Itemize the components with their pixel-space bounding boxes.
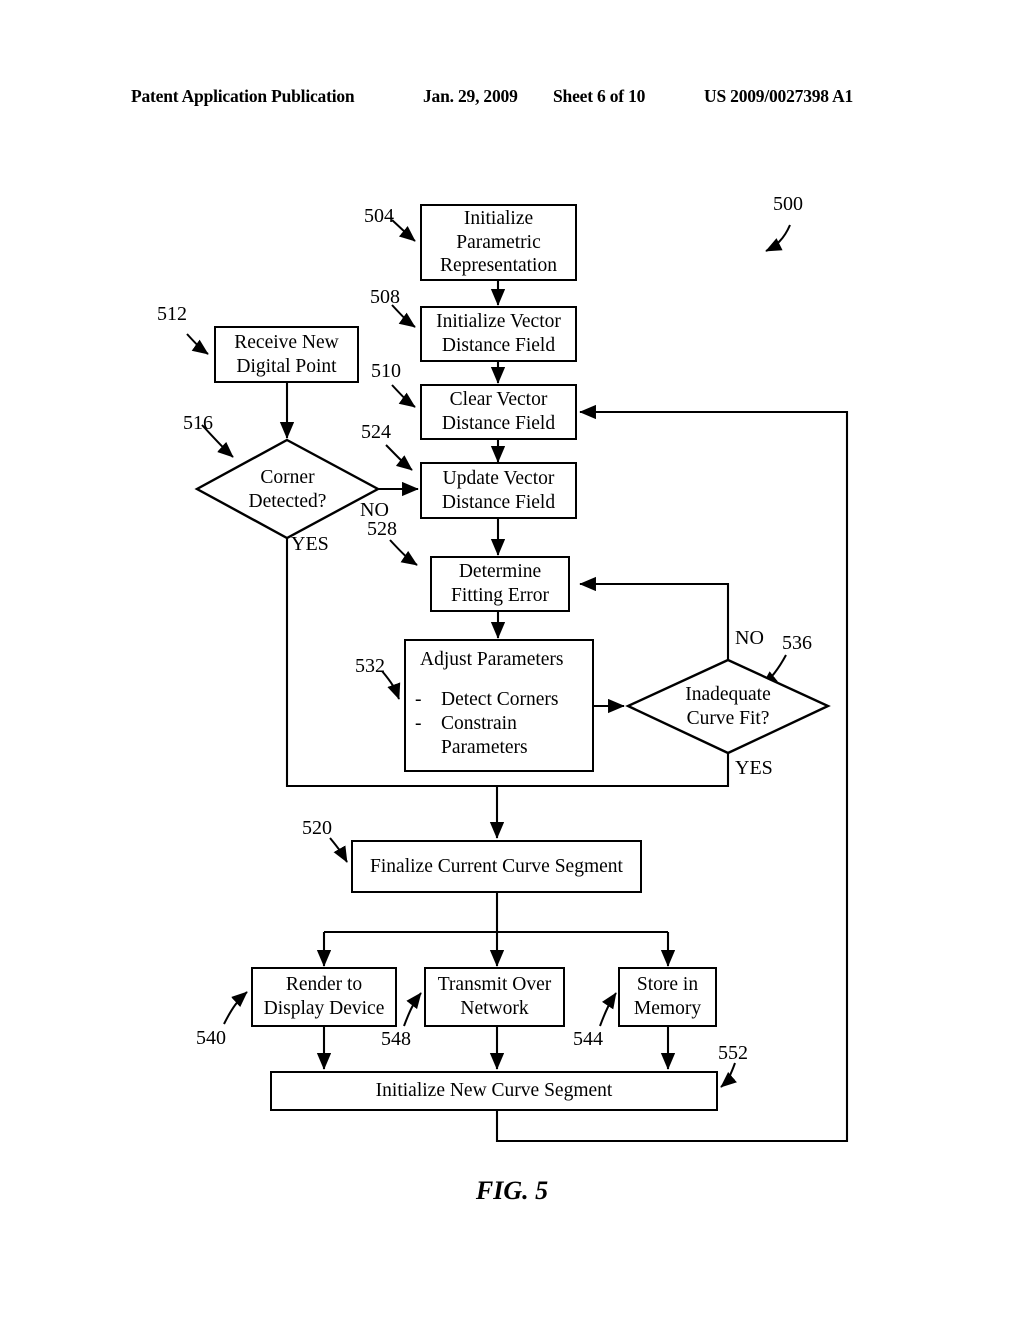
- leader-524: [385, 444, 413, 471]
- figure-caption: FIG. 5: [475, 1176, 549, 1205]
- corner-detected-label: Corner Detected?: [248, 467, 327, 512]
- node-transmit-over-network[interactable]: Transmit Over Network: [424, 967, 565, 1027]
- leader-510: [391, 384, 416, 408]
- ref-numeral-520: 520: [302, 817, 332, 839]
- ref-numeral-552: 552: [718, 1042, 748, 1064]
- leader-540: [223, 991, 248, 1025]
- adjust-parameters-item: - Constrain Parameters: [415, 712, 528, 758]
- ref-numeral-504: 504: [364, 205, 394, 227]
- leader-552: [720, 1062, 737, 1088]
- node-initialize-vector-distance-field[interactable]: Initialize Vector Distance Field: [420, 306, 577, 362]
- leader-500: [765, 224, 791, 252]
- node-clear-vector-distance-field[interactable]: Clear Vector Distance Field: [420, 384, 577, 440]
- edge-label-corner-no: NO: [360, 499, 389, 521]
- inadequate-fit-label: Inadequate Curve Fit?: [685, 684, 771, 729]
- node-initialize-parametric-representation[interactable]: Initialize Parametric Representation: [420, 204, 577, 281]
- node-store-in-memory[interactable]: Store in Memory: [618, 967, 717, 1027]
- ref-numeral-508: 508: [370, 286, 400, 308]
- leader-504: [391, 219, 416, 242]
- edge-fit-no-to-determine-error: [579, 576, 730, 660]
- node-determine-fitting-error[interactable]: Determine Fitting Error: [430, 556, 570, 612]
- edge-label-fit-yes: YES: [735, 757, 773, 779]
- ref-numeral-548: 548: [381, 1028, 411, 1050]
- node-render-to-display-device[interactable]: Render to Display Device: [251, 967, 397, 1027]
- leader-520: [329, 837, 348, 863]
- flowchart-figure: Corner Detected? Inadequate Curve Fit? I…: [0, 0, 1024, 1320]
- leader-544: [599, 992, 617, 1027]
- ref-numeral-516: 516: [183, 412, 213, 434]
- ref-numeral-512: 512: [157, 303, 187, 325]
- ref-numeral-536: 536: [782, 632, 812, 654]
- edge-init-new-segment-to-clear-vdf-feedback: [495, 404, 849, 1143]
- node-adjust-parameters[interactable]: Adjust Parameters - Detect Corners - Con…: [404, 639, 594, 772]
- ref-numeral-510: 510: [371, 360, 401, 382]
- node-receive-new-digital-point[interactable]: Receive New Digital Point: [214, 326, 359, 383]
- ref-numeral-524: 524: [361, 421, 391, 443]
- ref-numeral-544: 544: [573, 1028, 603, 1050]
- leader-548: [403, 992, 422, 1027]
- edge-label-corner-yes: YES: [291, 533, 329, 555]
- ref-numeral-540: 540: [196, 1027, 226, 1049]
- adjust-parameters-item: - Detect Corners: [415, 689, 559, 710]
- edge-label-fit-no: NO: [735, 627, 764, 649]
- list-dash-icon: -: [415, 689, 422, 710]
- list-dash-icon: -: [415, 712, 422, 734]
- node-finalize-current-curve-segment[interactable]: Finalize Current Curve Segment: [351, 840, 642, 893]
- leader-528: [389, 539, 418, 566]
- ref-numeral-532: 532: [355, 655, 385, 677]
- ref-numeral-500: 500: [773, 193, 803, 215]
- node-update-vector-distance-field[interactable]: Update Vector Distance Field: [420, 462, 577, 519]
- adjust-parameters-list: - Detect Corners - Constrain Parameters: [415, 688, 593, 759]
- leader-512: [186, 333, 209, 355]
- adjust-parameters-title: Adjust Parameters: [420, 649, 564, 670]
- node-initialize-new-curve-segment[interactable]: Initialize New Curve Segment: [270, 1071, 718, 1111]
